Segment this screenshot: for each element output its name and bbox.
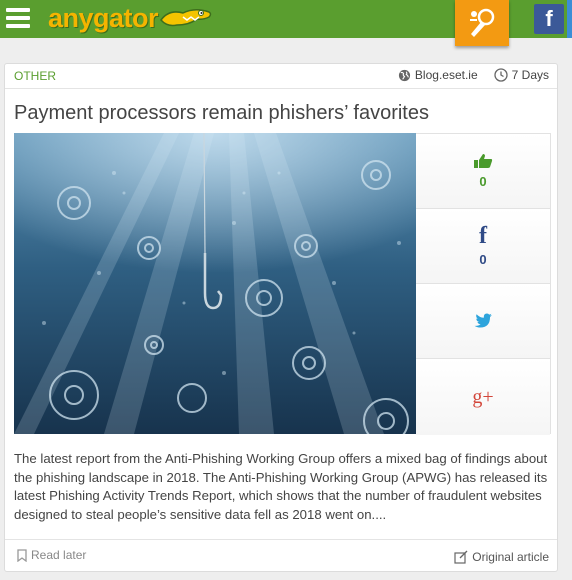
facebook-icon: f bbox=[545, 6, 553, 31]
promo-button[interactable] bbox=[455, 0, 509, 46]
twitter-bird-icon bbox=[474, 313, 492, 328]
globe-icon bbox=[398, 69, 411, 82]
twitter-share-button[interactable] bbox=[416, 284, 550, 359]
like-button[interactable]: 0 bbox=[416, 134, 550, 209]
hamburger-icon bbox=[6, 8, 30, 12]
like-count: 0 bbox=[479, 174, 487, 189]
rocket-microphone-icon bbox=[470, 8, 495, 37]
google-plus-icon: g+ bbox=[472, 385, 494, 408]
source-domain[interactable]: Blog.eset.ie bbox=[415, 68, 478, 82]
google-plus-share-button[interactable]: g+ bbox=[416, 359, 550, 435]
external-edit-icon bbox=[454, 550, 468, 564]
thumbs-up-icon bbox=[474, 154, 493, 168]
header-edge-button[interactable] bbox=[567, 0, 572, 38]
read-later-label: Read later bbox=[31, 548, 87, 562]
original-article-label: Original article bbox=[472, 550, 549, 564]
article-card: OTHER Blog.eset.ie 7 Days Payment proces… bbox=[4, 63, 558, 572]
article-image[interactable] bbox=[14, 133, 416, 434]
facebook-share-button[interactable]: f 0 bbox=[416, 209, 550, 284]
facebook-share-count: 0 bbox=[479, 252, 487, 267]
phishing-hook-underwater-image bbox=[14, 133, 416, 434]
facebook-icon: f bbox=[479, 223, 487, 249]
article-title[interactable]: Payment processors remain phishers’ favo… bbox=[14, 102, 429, 125]
clock-icon bbox=[493, 68, 508, 82]
card-header: OTHER Blog.eset.ie 7 Days bbox=[5, 64, 557, 89]
hamburger-menu-button[interactable] bbox=[6, 6, 32, 30]
article-age: 7 Days bbox=[511, 68, 549, 82]
site-logo[interactable]: anygator bbox=[48, 2, 213, 34]
social-panel: 0 f 0 g+ bbox=[416, 133, 551, 435]
article-meta: Blog.eset.ie 7 Days bbox=[398, 68, 549, 82]
alligator-logo-icon bbox=[160, 9, 212, 27]
logo-text: anygator bbox=[48, 2, 159, 33]
read-later-button[interactable]: Read later bbox=[17, 548, 86, 562]
card-footer: Read later Original article bbox=[5, 539, 557, 572]
facebook-header-button[interactable]: f bbox=[534, 4, 564, 34]
category-label[interactable]: OTHER bbox=[14, 69, 56, 83]
bookmark-icon bbox=[17, 548, 27, 562]
original-article-link[interactable]: Original article bbox=[454, 550, 549, 564]
top-bar: anygator f bbox=[0, 0, 572, 46]
article-excerpt: The latest report from the Anti-Phishing… bbox=[14, 451, 548, 522]
